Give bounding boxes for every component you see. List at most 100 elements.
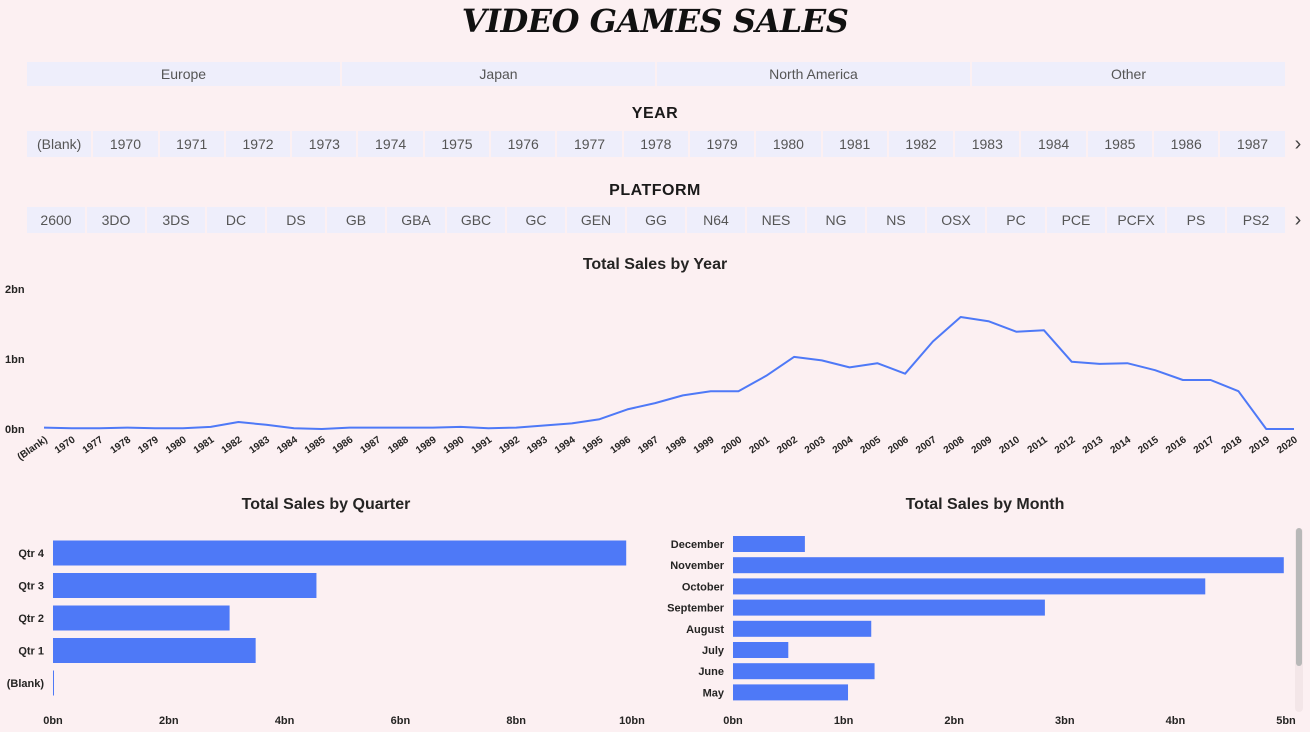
platform-chip-ng[interactable]: NG — [807, 207, 865, 233]
bar[interactable] — [733, 620, 872, 637]
bar[interactable] — [733, 536, 805, 552]
platform-chip-ps2[interactable]: PS2 — [1227, 207, 1285, 233]
category-label: Qtr 3 — [18, 581, 44, 593]
x-tick-label: 2005 — [859, 434, 884, 456]
x-tick-label: 2016 — [1164, 434, 1189, 456]
bar[interactable] — [53, 638, 256, 663]
platform-chip-ps[interactable]: PS — [1167, 207, 1225, 233]
x-tick-label: 2012 — [1053, 434, 1078, 456]
month-chart-scrollbar[interactable] — [1296, 528, 1302, 666]
platform-chip-osx[interactable]: OSX — [927, 207, 985, 233]
year-chip-1982[interactable]: 1982 — [888, 131, 954, 157]
x-tick-label: 2010 — [997, 434, 1022, 456]
x-tick-label: 1987 — [359, 434, 384, 456]
bar[interactable] — [733, 684, 849, 701]
year-chip-1976[interactable]: 1976 — [491, 131, 556, 157]
platform-chip-gbc[interactable]: GBC — [447, 207, 505, 233]
x-tick-label: 2008 — [942, 434, 967, 456]
platform-chip-pce[interactable]: PCE — [1047, 207, 1105, 233]
x-tick-label: 2018 — [1220, 434, 1245, 456]
year-chip-1980[interactable]: 1980 — [756, 131, 821, 157]
year-chip-1971[interactable]: 1971 — [159, 131, 224, 157]
x-tick-label: 1995 — [581, 434, 606, 456]
chevron-right-icon[interactable]: › — [1290, 208, 1306, 232]
x-tick-label: 4bn — [1166, 715, 1186, 727]
bar[interactable] — [733, 557, 1284, 574]
x-tick-label: 1978 — [109, 434, 134, 456]
region-chip-north-america[interactable]: North America — [657, 62, 970, 86]
bar[interactable] — [733, 578, 1206, 595]
x-tick-label: 1984 — [275, 434, 300, 456]
bar[interactable] — [733, 599, 1045, 616]
platform-chip-gc[interactable]: GC — [507, 207, 565, 233]
platform-chip-gg[interactable]: GG — [627, 207, 685, 233]
year-chip-1973[interactable]: 1973 — [292, 131, 357, 157]
x-tick-label: 1994 — [553, 434, 578, 456]
bar[interactable] — [733, 663, 875, 680]
platform-chip-2600[interactable]: 2600 — [27, 207, 85, 233]
year-chip-1987[interactable]: 1987 — [1220, 131, 1285, 157]
platform-chip-pc[interactable]: PC — [987, 207, 1045, 233]
year-chip-1986[interactable]: 1986 — [1154, 131, 1219, 157]
platform-chip-gba[interactable]: GBA — [387, 207, 445, 233]
platform-chip-ds[interactable]: DS — [267, 207, 325, 233]
year-chip-blank[interactable]: (Blank) — [27, 131, 92, 157]
x-tick-label: 2007 — [914, 434, 939, 456]
x-tick-label: 1993 — [525, 434, 550, 456]
bar[interactable] — [53, 605, 230, 631]
category-label: Qtr 1 — [18, 646, 44, 658]
platform-chip-gen[interactable]: GEN — [567, 207, 625, 233]
platform-chip-ns[interactable]: NS — [867, 207, 925, 233]
x-tick-label: 2020 — [1275, 434, 1300, 456]
platform-chip-n64[interactable]: N64 — [687, 207, 745, 233]
x-tick-label: 1977 — [81, 434, 106, 456]
platform-chip-3ds[interactable]: 3DS — [147, 207, 205, 233]
chevron-right-icon[interactable]: › — [1290, 132, 1306, 156]
platform-chip-pcfx[interactable]: PCFX — [1107, 207, 1165, 233]
year-chip-1974[interactable]: 1974 — [358, 131, 423, 157]
region-chip-other[interactable]: Other — [972, 62, 1285, 86]
region-chip-japan[interactable]: Japan — [342, 62, 655, 86]
x-tick-label: 2002 — [775, 434, 800, 456]
region-chip-europe[interactable]: Europe — [27, 62, 340, 86]
x-tick-label: 1992 — [497, 434, 522, 456]
bar[interactable] — [53, 540, 627, 566]
platform-chip-dc[interactable]: DC — [207, 207, 265, 233]
year-chip-1977[interactable]: 1977 — [557, 131, 622, 157]
x-tick-label: 2004 — [831, 434, 856, 456]
year-chip-1972[interactable]: 1972 — [225, 131, 291, 157]
year-line-chart: 0bn 1bn 2bn (Blank) 1970 1977 1978 1979 1980 1981… — [5, 284, 1300, 463]
year-chip-1975[interactable]: 1975 — [424, 131, 490, 157]
category-label: November — [670, 560, 725, 572]
quarter-bar-chart: Qtr 4 Qtr 3 Qtr 2 Qtr 1 (Blank) 0bn 2bn 4bn 6bn 8… — [7, 540, 645, 727]
x-tick-label: 2019 — [1247, 434, 1272, 456]
year-chip-1985[interactable]: 1985 — [1087, 131, 1153, 157]
y-tick-label: 0bn — [5, 424, 25, 436]
year-chip-1984[interactable]: 1984 — [1021, 131, 1086, 157]
year-chip-1983[interactable]: 1983 — [955, 131, 1020, 157]
category-label: July — [702, 645, 725, 657]
y-tick-label: 2bn — [5, 284, 25, 296]
bar[interactable] — [53, 670, 54, 696]
x-tick-label: 1983 — [247, 434, 272, 456]
x-tick-label: 1986 — [331, 434, 356, 456]
bar[interactable] — [733, 642, 789, 658]
platform-chip-3do[interactable]: 3DO — [87, 207, 145, 233]
category-label: August — [686, 624, 724, 636]
year-chip-1978[interactable]: 1978 — [623, 131, 688, 157]
year-chip-1981[interactable]: 1981 — [822, 131, 887, 157]
x-tick-label: 1991 — [470, 434, 495, 456]
category-label: October — [682, 581, 725, 593]
bar[interactable] — [53, 573, 317, 598]
year-chip-1970[interactable]: 1970 — [93, 131, 158, 157]
x-tick-label: 5bn — [1276, 715, 1296, 727]
x-tick-label: 0bn — [43, 715, 63, 727]
page-title: VIDEO GAMES SALES — [461, 2, 849, 40]
category-label: May — [703, 687, 725, 699]
platform-chip-gb[interactable]: GB — [327, 207, 385, 233]
year-chip-1979[interactable]: 1979 — [689, 131, 755, 157]
platform-chip-nes[interactable]: NES — [747, 207, 805, 233]
x-tick-label: 1bn — [834, 715, 854, 727]
x-tick-label: 1990 — [442, 434, 467, 456]
x-tick-label: 2003 — [803, 434, 828, 456]
